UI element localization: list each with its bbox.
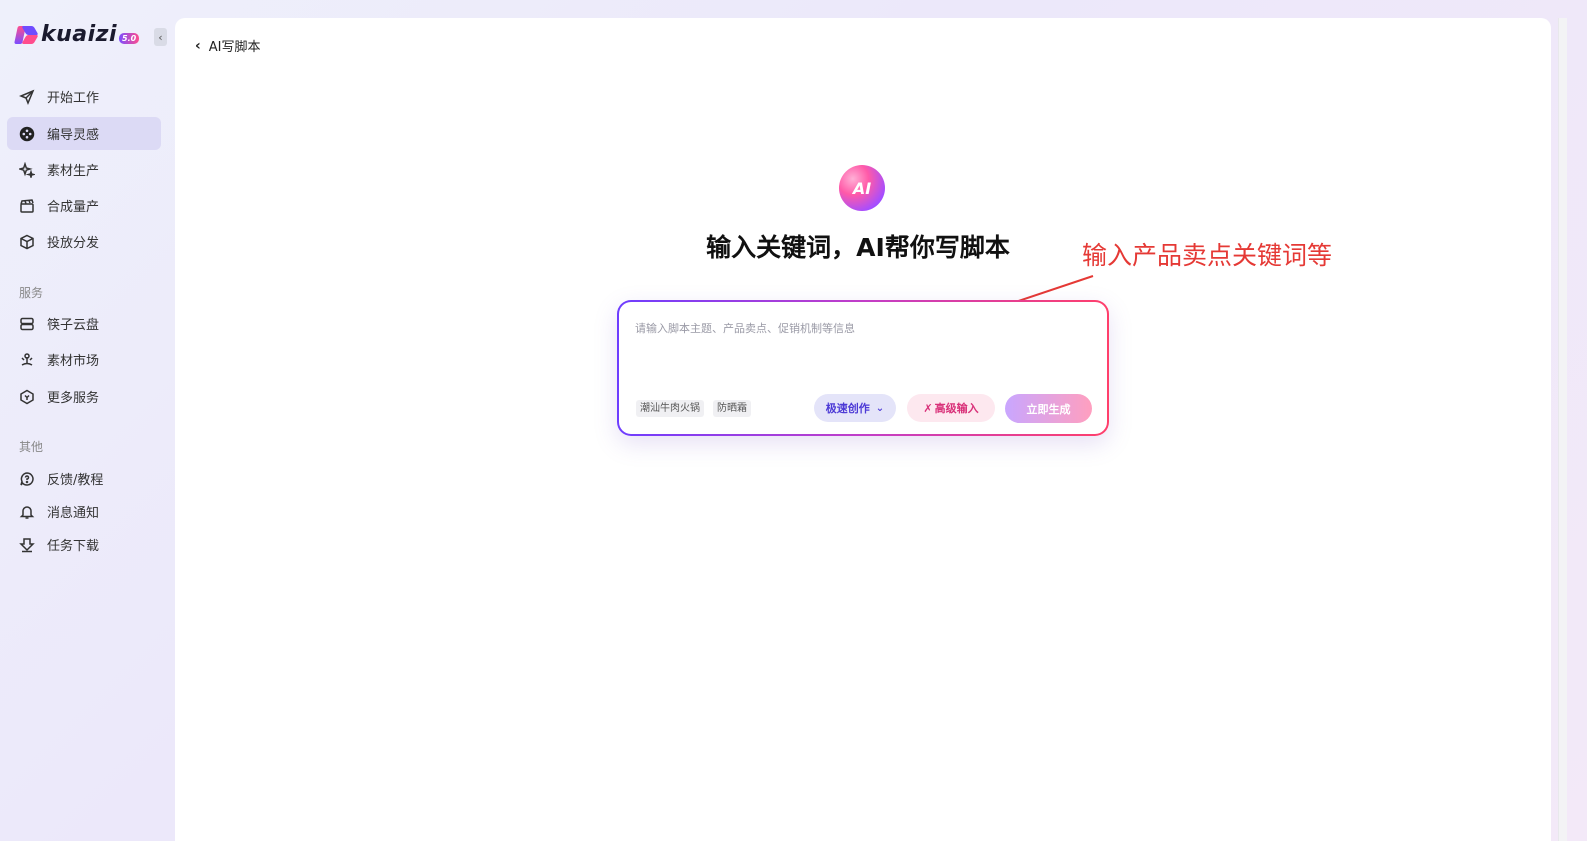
- sidebar-item-director-inspiration[interactable]: 编导灵感: [7, 117, 161, 150]
- main-panel: ‹ AI写脚本 AI 输入关键词，AI帮你写脚本 输入产品卖点关键词等 请输入脚…: [175, 18, 1551, 841]
- sidebar-item-material-market[interactable]: 素材市场: [7, 343, 161, 376]
- sidebar-item-label: 编导灵感: [47, 128, 100, 143]
- sparkle-icon: [18, 161, 35, 178]
- section-label-other: 其他: [19, 440, 44, 454]
- sidebar-item-start-work[interactable]: 开始工作: [7, 80, 161, 113]
- sidebar-item-label: 投放分发: [47, 236, 100, 251]
- version-badge: 5.0: [119, 33, 140, 44]
- sidebar-item-label: 开始工作: [47, 91, 100, 106]
- kuaizi-logo[interactable]: kuaizi 5.0: [14, 22, 140, 47]
- sidebar-item-label: 任务下载: [47, 539, 100, 554]
- sidebar-item-label: 更多服务: [47, 391, 100, 406]
- sidebar-item-notifications[interactable]: 消息通知: [7, 495, 161, 528]
- film-reel-icon: [18, 125, 35, 142]
- scrollbar[interactable]: [1558, 18, 1567, 841]
- sidebar-item-label: 消息通知: [47, 506, 100, 521]
- collapse-sidebar-button[interactable]: ‹: [154, 28, 167, 46]
- hexagon-icon: [18, 388, 35, 405]
- sidebar-item-cloud-drive[interactable]: 筷子云盘: [7, 307, 161, 340]
- page-title: AI写脚本: [208, 40, 261, 55]
- download-icon: [18, 536, 35, 553]
- headline: 输入关键词，AI帮你写脚本: [706, 233, 1010, 262]
- paper-plane-icon: [18, 88, 35, 105]
- storage-icon: [18, 315, 35, 332]
- generate-button[interactable]: 立即生成: [1005, 394, 1092, 423]
- sidebar-item-more-services[interactable]: 更多服务: [7, 380, 161, 413]
- chevron-down-icon: ⌄: [875, 402, 885, 414]
- suggestion-tag[interactable]: 潮汕牛肉火锅: [636, 400, 704, 417]
- annotation-text: 输入产品卖点关键词等: [1082, 241, 1333, 270]
- creation-mode-label: 极速创作: [825, 402, 870, 415]
- sidebar-item-label: 合成量产: [47, 200, 100, 215]
- magic-wand-icon: ✗: [923, 401, 933, 415]
- advanced-input-label: 高级输入: [934, 402, 979, 415]
- prompt-box: 请输入脚本主题、产品卖点、促销机制等信息 潮汕牛肉火锅 防晒霜 极速创作 ⌄ ✗…: [617, 300, 1109, 436]
- advanced-input-button[interactable]: ✗ 高级输入: [907, 394, 995, 422]
- sidebar-item-material-production[interactable]: 素材生产: [7, 153, 161, 186]
- sidebar-item-label: 筷子云盘: [47, 318, 100, 333]
- sidebar-item-label: 素材生产: [47, 164, 100, 179]
- cube-icon: [18, 233, 35, 250]
- clapperboard-icon: [18, 197, 35, 214]
- sidebar: kuaizi 5.0 ‹ 开始工作 编导灵感 素材生产 合成量产 投放分发 服务: [0, 0, 175, 841]
- feedback-icon: [18, 470, 35, 487]
- creation-mode-dropdown[interactable]: 极速创作 ⌄: [814, 394, 896, 422]
- sidebar-item-feedback[interactable]: 反馈/教程: [7, 462, 161, 495]
- prompt-input[interactable]: 请输入脚本主题、产品卖点、促销机制等信息: [635, 320, 855, 336]
- bell-icon: [18, 503, 35, 520]
- ai-logo-icon: AI: [839, 165, 885, 211]
- sidebar-item-batch-synthesis[interactable]: 合成量产: [7, 189, 161, 222]
- kuaizi-logo-icon: [14, 24, 39, 46]
- suggestion-tag[interactable]: 防晒霜: [713, 400, 751, 417]
- back-button[interactable]: ‹ AI写脚本: [195, 36, 261, 56]
- section-label-services: 服务: [19, 286, 44, 300]
- sidebar-item-distribution[interactable]: 投放分发: [7, 225, 161, 258]
- market-icon: [18, 351, 35, 368]
- chevron-left-icon: ‹: [195, 37, 201, 54]
- sidebar-item-label: 素材市场: [47, 354, 100, 369]
- logo-text: kuaizi: [41, 22, 118, 47]
- sidebar-item-label: 反馈/教程: [47, 473, 104, 488]
- sidebar-item-task-download[interactable]: 任务下载: [7, 528, 161, 561]
